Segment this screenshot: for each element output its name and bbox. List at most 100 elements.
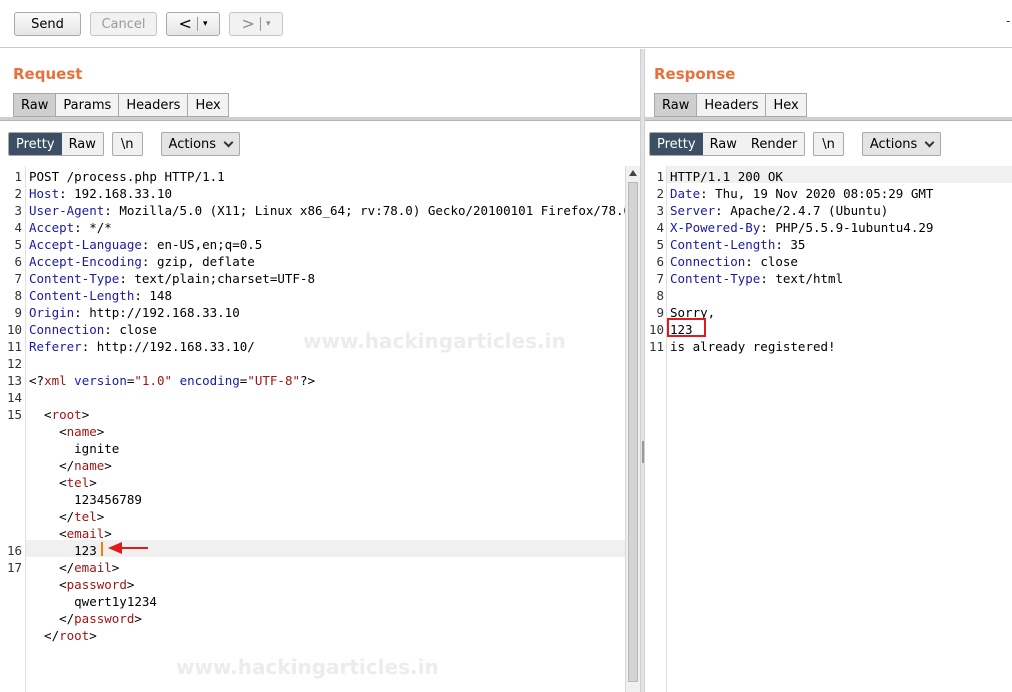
code-line: 123 <box>29 543 97 558</box>
line-number: 7 <box>656 271 664 286</box>
send-button[interactable]: Send <box>14 12 81 36</box>
request-panel: Request Raw Params Headers Hex Pretty Ra… <box>0 49 640 692</box>
scrollbar-thumb[interactable] <box>628 182 638 682</box>
view-mode-toggle: Pretty Raw <box>8 132 104 156</box>
line-number: 9 <box>656 305 664 320</box>
tab-params[interactable]: Params <box>55 93 119 117</box>
code-line: </email> <box>29 560 120 575</box>
line-number: 6 <box>14 254 22 269</box>
dropdown-caret-icon[interactable]: ▾ <box>203 19 208 29</box>
red-arrow-left-icon <box>108 542 148 554</box>
code-line: </root> <box>29 628 97 643</box>
line-number: 1 <box>14 169 22 184</box>
separator <box>196 17 198 31</box>
line-number: 12 <box>6 356 22 371</box>
tab-hex[interactable]: Hex <box>765 93 807 117</box>
view-pretty-button[interactable]: Pretty <box>650 133 703 155</box>
cancel-button[interactable]: Cancel <box>90 12 157 36</box>
request-title: Request <box>13 65 83 83</box>
tab-raw[interactable]: Raw <box>654 93 697 117</box>
chevron-right-icon: > <box>241 14 255 33</box>
line-number: 11 <box>648 339 664 354</box>
view-raw-button[interactable]: Raw <box>702 133 744 155</box>
line-number: 8 <box>14 288 22 303</box>
tab-headers[interactable]: Headers <box>118 93 188 117</box>
forward-button[interactable]: > ▾ <box>229 12 283 36</box>
watermark: www.hackingarticles.in <box>303 329 566 353</box>
splitter-grip[interactable] <box>642 441 644 463</box>
line-number: 9 <box>14 305 22 320</box>
chevron-down-icon <box>924 137 935 147</box>
actions-button[interactable]: Actions <box>160 132 241 156</box>
scroll-up-arrow-icon[interactable] <box>629 170 637 176</box>
line-number: 3 <box>14 203 22 218</box>
code-line: Date: Thu, 19 Nov 2020 08:05:29 GMT <box>670 186 934 201</box>
code-line: User-Agent: Mozilla/5.0 (X11; Linux x86_… <box>29 203 625 218</box>
view-pretty-button[interactable]: Pretty <box>9 133 62 155</box>
code-line: <tel> <box>29 475 97 490</box>
code-line: </tel> <box>29 509 105 524</box>
highlight-annotation-box <box>667 318 706 337</box>
code-line: Server: Apache/2.4.7 (Ubuntu) <box>670 203 889 218</box>
line-number: 7 <box>14 271 22 286</box>
chevron-down-icon <box>223 137 234 147</box>
response-view-toolbar: Pretty Raw Render \n Actions <box>649 132 942 156</box>
code-line: Referer: http://192.168.33.10/ <box>29 339 255 354</box>
code-line: qwert1y1234 <box>29 594 157 609</box>
response-tabs: Raw Headers Hex <box>654 93 807 117</box>
back-button[interactable]: < ▾ <box>166 12 220 36</box>
code-line: HTTP/1.1 200 OK <box>670 169 783 184</box>
tab-hex[interactable]: Hex <box>187 93 229 117</box>
newline-toggle-button[interactable]: \n <box>813 132 844 156</box>
actions-label: Actions <box>869 136 918 152</box>
code-line: 123456789 <box>29 492 142 507</box>
code-line: </password> <box>29 611 142 626</box>
code-line: Origin: http://192.168.33.10 <box>29 305 240 320</box>
dropdown-caret-icon[interactable]: ▾ <box>266 19 271 29</box>
code-line: Connection: close <box>670 254 798 269</box>
request-tabs: Raw Params Headers Hex <box>13 93 229 117</box>
actions-button[interactable]: Actions <box>861 132 942 156</box>
code-line: Content-Type: text/plain;charset=UTF-8 <box>29 271 315 286</box>
line-number: 6 <box>656 254 664 269</box>
view-mode-toggle: Pretty Raw Render <box>649 132 806 156</box>
code-line: Accept-Language: en-US,en;q=0.5 <box>29 237 263 252</box>
code-line: POST /process.php HTTP/1.1 <box>29 169 225 184</box>
line-number: 10 <box>6 322 22 337</box>
chevron-left-icon: < <box>178 14 192 33</box>
tab-divider <box>0 117 640 121</box>
code-line: Content-Length: 35 <box>670 237 806 252</box>
code-line: </name> <box>29 458 112 473</box>
view-render-button[interactable]: Render <box>743 133 805 155</box>
line-number: 2 <box>14 186 22 201</box>
line-number: 17 <box>6 560 22 575</box>
watermark: www.hackingarticles.in <box>176 655 439 679</box>
line-number: 1 <box>656 169 664 184</box>
target-indicator-icon: - <box>1006 14 1011 28</box>
view-raw-button[interactable]: Raw <box>61 133 103 155</box>
tab-headers[interactable]: Headers <box>696 93 766 117</box>
code-line: Content-Type: text/html <box>670 271 844 286</box>
line-number: 16 <box>6 543 22 558</box>
line-number: 4 <box>14 220 22 235</box>
request-editor[interactable]: 1 2 3 4 5 6 7 8 9 10 11 12 13 14 15 16 17 POST /process.… <box>0 166 625 692</box>
newline-toggle-button[interactable]: \n <box>111 132 143 156</box>
line-number: 4 <box>656 220 664 235</box>
code-line: <email> <box>29 526 112 541</box>
code-line: <root> <box>29 407 90 422</box>
tab-raw[interactable]: Raw <box>13 93 56 117</box>
response-title: Response <box>654 65 736 83</box>
response-editor[interactable]: 1 2 3 4 5 6 7 8 9 10 11 HTTP/1.1 200 OK Date: Thu, … <box>645 166 1012 692</box>
line-number: 3 <box>656 203 664 218</box>
line-number: 8 <box>656 288 664 303</box>
request-view-toolbar: Pretty Raw \n Actions <box>8 132 241 156</box>
separator <box>259 17 261 31</box>
code-line: <?xml version="1.0" encoding="UTF-8"?> <box>29 373 316 388</box>
line-number: 10 <box>648 322 664 337</box>
line-number: 11 <box>6 339 22 354</box>
request-scrollbar[interactable] <box>625 166 640 692</box>
line-number: 5 <box>656 237 664 252</box>
line-number: 2 <box>656 186 664 201</box>
response-panel: Response Raw Headers Hex Pretty Raw Rend… <box>645 49 1012 692</box>
code-line: <password> <box>29 577 135 592</box>
